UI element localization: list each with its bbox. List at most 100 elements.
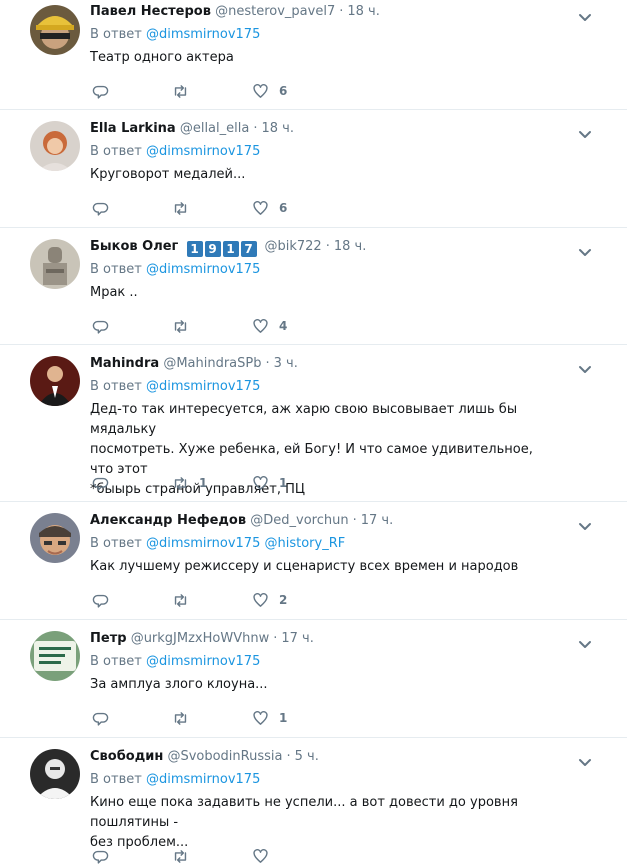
avatar[interactable]: [30, 749, 80, 799]
author-handle[interactable]: @MahindraSPb: [163, 356, 261, 371]
tweet-header: Ella Larkina @ellal_ella · 18 ч.: [90, 120, 294, 138]
tweet-timestamp[interactable]: 18 ч.: [347, 4, 380, 19]
like-button[interactable]: 4: [252, 316, 287, 336]
reply-icon: [92, 710, 109, 727]
mention-link[interactable]: @dimsmirnov175: [146, 262, 260, 277]
tweet-timestamp[interactable]: 18 ч.: [334, 239, 367, 254]
like-count: 6: [279, 201, 288, 215]
avatar[interactable]: [30, 5, 80, 55]
retweet-button[interactable]: [172, 708, 199, 728]
reply-prefix: В ответ: [90, 144, 142, 159]
author-name[interactable]: Петр: [90, 631, 127, 646]
tweet-text-line: Дед-то так интересуется, аж харю свою вы…: [90, 402, 518, 437]
avatar[interactable]: [30, 513, 80, 563]
tweet-text-line: Круговорот медалей...: [90, 167, 246, 182]
author-handle[interactable]: @ellal_ella: [180, 121, 250, 136]
mention-link[interactable]: @dimsmirnov175: [146, 27, 260, 42]
chevron-down-icon[interactable]: [578, 125, 592, 138]
reply-button[interactable]: [92, 198, 119, 218]
tweet-header: Mahindra @MahindraSPb · 3 ч.: [90, 355, 298, 373]
reply-button[interactable]: [92, 316, 119, 336]
chevron-down-icon[interactable]: [578, 753, 592, 766]
author-name[interactable]: Александр Нефедов: [90, 513, 246, 528]
author-name[interactable]: Павел Нестеров: [90, 4, 211, 19]
mention-link[interactable]: @dimsmirnov175: [146, 536, 260, 551]
retweet-button[interactable]: [172, 316, 199, 336]
retweet-icon: [172, 592, 189, 609]
chevron-down-icon[interactable]: [578, 8, 592, 21]
tweet-timestamp[interactable]: 17 ч.: [361, 513, 394, 528]
tweet[interactable]: Свободин @SvobodinRussia · 5 ч. В ответ @di…: [0, 738, 627, 864]
like-icon: [252, 318, 269, 335]
retweet-button[interactable]: [172, 81, 199, 101]
mention-link[interactable]: @history_RF: [265, 536, 346, 551]
reply-to-line: В ответ @dimsmirnov175: [90, 653, 260, 671]
mention-link[interactable]: @dimsmirnov175: [146, 144, 260, 159]
retweet-button[interactable]: [172, 846, 199, 866]
avatar-woman: [30, 121, 80, 171]
retweet-button[interactable]: [172, 590, 199, 610]
author-name[interactable]: Ella Larkina: [90, 121, 176, 136]
chevron-down-icon[interactable]: [578, 360, 592, 373]
avatar[interactable]: [30, 631, 80, 681]
reply-icon: [92, 318, 109, 335]
author-name[interactable]: Mahindra: [90, 356, 159, 371]
like-button[interactable]: 1: [252, 473, 287, 493]
tweet-timestamp[interactable]: 5 ч.: [295, 749, 319, 764]
like-button[interactable]: 1: [252, 708, 287, 728]
author-handle[interactable]: @urkgJMzxHoWVhnw: [131, 631, 270, 646]
tweet-timestamp[interactable]: 3 ч.: [274, 356, 298, 371]
tweet-header: Павел Нестеров @nesterov_pavel7 · 18 ч.: [90, 3, 380, 21]
reply-icon: [92, 848, 109, 865]
like-button[interactable]: 6: [252, 81, 287, 101]
reply-button[interactable]: [92, 473, 119, 493]
mention-link[interactable]: @dimsmirnov175: [146, 379, 260, 394]
reply-button[interactable]: [92, 590, 119, 610]
retweet-button[interactable]: [172, 198, 199, 218]
keycap-digit-badge: 1: [186, 241, 203, 257]
author-handle[interactable]: @SvobodinRussia: [167, 749, 282, 764]
chevron-down-icon[interactable]: [578, 517, 592, 530]
tweet[interactable]: Петр @urkgJMzxHoWVhnw · 17 ч. В ответ @dims…: [0, 620, 627, 738]
retweet-icon: [172, 318, 189, 335]
tweet[interactable]: Павел Нестеров @nesterov_pavel7 · 18 ч. В о…: [0, 0, 627, 110]
like-icon: [252, 83, 269, 100]
avatar[interactable]: [30, 356, 80, 406]
like-button[interactable]: 2: [252, 590, 287, 610]
tweet[interactable]: Александр Нефедов @Ded_vorchun · 17 ч. В от…: [0, 502, 627, 620]
mention-link[interactable]: @dimsmirnov175: [146, 772, 260, 787]
reply-button[interactable]: [92, 846, 119, 866]
reply-prefix: В ответ: [90, 262, 142, 277]
tweet-text-line: Театр одного актера: [90, 50, 234, 65]
tweet-timestamp[interactable]: 18 ч.: [261, 121, 294, 136]
like-button[interactable]: 6: [252, 198, 287, 218]
like-button[interactable]: [252, 846, 279, 866]
retweet-button[interactable]: 1: [172, 473, 207, 493]
chevron-down-icon[interactable]: [578, 243, 592, 256]
avatar[interactable]: [30, 239, 80, 289]
author-name[interactable]: Свободин: [90, 749, 163, 764]
reply-button[interactable]: [92, 708, 119, 728]
retweet-icon: [172, 200, 189, 217]
tweet[interactable]: Быков Олег 1 9 1 7 @bik722 · 18 ч. В ответ @dim…: [0, 228, 627, 345]
chevron-down-icon[interactable]: [578, 635, 592, 648]
tweet-timestamp[interactable]: 17 ч.: [281, 631, 314, 646]
mention-link[interactable]: @dimsmirnov175: [146, 654, 260, 669]
author-handle[interactable]: @Ded_vorchun: [250, 513, 348, 528]
like-count: 6: [279, 84, 288, 98]
tweet-header: Быков Олег 1 9 1 7 @bik722 · 18 ч.: [90, 238, 367, 259]
reply-to-line: В ответ @dimsmirnov175: [90, 143, 260, 161]
tweet-text: За амплуа злого клоуна...: [90, 675, 550, 695]
avatar-statue: [30, 239, 80, 289]
emoji-badges: 1917: [186, 241, 259, 259]
author-handle[interactable]: @bik722: [265, 239, 322, 254]
reply-button[interactable]: [92, 81, 119, 101]
author-name[interactable]: Быков Олег: [90, 239, 178, 254]
author-handle[interactable]: @nesterov_pavel7: [215, 4, 335, 19]
avatar[interactable]: [30, 121, 80, 171]
tweet[interactable]: Ella Larkina @ellal_ella · 18 ч. В ответ @d…: [0, 110, 627, 228]
tweet[interactable]: Mahindra @MahindraSPb · 3 ч. В ответ @dimsm…: [0, 345, 627, 502]
like-count: 4: [279, 319, 288, 333]
tweet-text-line: без проблем...: [90, 835, 189, 850]
reply-prefix: В ответ: [90, 536, 142, 551]
